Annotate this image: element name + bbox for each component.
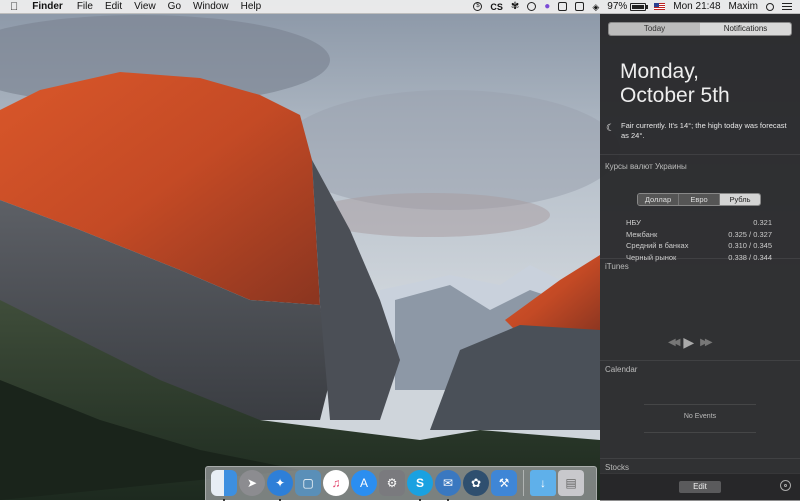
itunes-controls: ◀◀ ▶ ▶▶	[668, 334, 713, 351]
currency-tab-ruble[interactable]: Рубль	[720, 194, 760, 205]
nc-footer: Edit	[600, 473, 800, 501]
app-menu-finder[interactable]: Finder	[26, 0, 71, 14]
nc-tab-control: Today Notifications	[608, 22, 792, 36]
menu-go[interactable]: Go	[162, 0, 187, 14]
xcode-icon[interactable]: ⚒	[491, 470, 517, 496]
today-date: October 5th	[620, 84, 730, 107]
menu-edit[interactable]: Edit	[99, 0, 128, 14]
no-events-label: No Events	[683, 413, 717, 420]
divider	[600, 360, 800, 361]
next-track-icon[interactable]: ▶▶	[700, 337, 713, 348]
finder-icon[interactable]	[211, 470, 237, 501]
preview-icon[interactable]: ▢	[295, 470, 321, 496]
stocks-widget-title: Stocks	[605, 463, 630, 472]
divider	[600, 458, 800, 459]
skype-icon[interactable]: S	[407, 470, 433, 501]
cs-icon[interactable]: CS	[486, 0, 507, 14]
rate-value: 0.325 / 0.327	[728, 229, 772, 239]
list-icon[interactable]	[554, 2, 571, 11]
creative-cloud-icon[interactable]: ●	[540, 0, 554, 14]
battery-level	[632, 4, 644, 9]
safari-icon[interactable]: ✦	[267, 470, 293, 501]
moon-icon: ☾	[606, 123, 615, 134]
tab-today[interactable]: Today	[609, 23, 700, 35]
menu-window[interactable]: Window	[187, 0, 235, 14]
trash-icon[interactable]: ▤	[558, 470, 584, 496]
system-preferences-icon[interactable]: ⚙	[379, 470, 405, 496]
tab-notifications[interactable]: Notifications	[700, 23, 791, 35]
box-icon[interactable]	[571, 2, 588, 11]
search-icon[interactable]	[762, 2, 778, 11]
rate-value: 0.321	[753, 218, 772, 227]
dock: ➤ ✦ ▢ ♫ A ⚙ S ✉ ✿ ⚒ ↓ ▤	[205, 466, 597, 501]
divider	[600, 258, 800, 259]
clock[interactable]: Mon 21:48	[669, 0, 724, 14]
itunes-icon[interactable]: ♫	[323, 470, 349, 496]
currency-tab-dollar[interactable]: Доллар	[638, 194, 679, 205]
sourcetree-icon[interactable]: ✿	[463, 470, 489, 496]
menu-file[interactable]: File	[71, 0, 99, 14]
rate-row: НБУ 0.321	[626, 217, 772, 229]
dock-separator	[523, 470, 524, 496]
calendar-widget-title: Calendar	[605, 365, 638, 374]
pinwheel-icon[interactable]: ✾	[507, 0, 523, 14]
play-icon[interactable]: ▶	[683, 334, 694, 351]
rate-row: Межбанк 0.325 / 0.327	[626, 229, 772, 241]
flag-us-icon[interactable]	[650, 3, 669, 10]
rate-row: Средний в банках 0.310 / 0.345	[626, 240, 772, 252]
gear-icon[interactable]	[780, 480, 791, 491]
downloads-folder-icon[interactable]: ↓	[530, 470, 556, 496]
rate-label: НБУ	[626, 218, 641, 227]
app-store-icon[interactable]: A	[351, 470, 377, 496]
rate-label: Средний в банках	[626, 241, 689, 250]
divider	[600, 154, 800, 155]
edit-button[interactable]: Edit	[679, 481, 721, 493]
calendar-events: No Events	[644, 404, 756, 433]
menu-bar:  Finder File Edit View Go Window Help $…	[0, 0, 800, 14]
currency-widget-title: Курсы валют Украины	[605, 162, 687, 171]
check-icon[interactable]	[523, 2, 540, 11]
status-area: $ CS ✾ ● ◈ 97% Mon 21:48 Maxim	[469, 0, 800, 14]
itunes-widget-title: iTunes	[605, 262, 629, 271]
currency-tab-euro[interactable]: Евро	[679, 194, 720, 205]
rate-value: 0.310 / 0.345	[728, 241, 772, 250]
previous-track-icon[interactable]: ◀◀	[668, 337, 681, 348]
today-day: Monday,	[620, 60, 699, 83]
dollar-icon[interactable]: $	[469, 2, 486, 11]
weather-summary: Fair currently. It's 14°; the high today…	[621, 121, 787, 140]
battery-indicator[interactable]: 97%	[603, 0, 650, 14]
battery-percent: 97%	[607, 0, 628, 12]
launchpad-icon[interactable]: ➤	[239, 470, 265, 496]
notification-center-icon[interactable]	[778, 3, 796, 10]
wifi-icon[interactable]: ◈	[588, 0, 603, 14]
menu-left:  Finder File Edit View Go Window Help	[0, 0, 267, 14]
menu-help[interactable]: Help	[235, 0, 268, 14]
menu-view[interactable]: View	[128, 0, 162, 14]
currency-rates: НБУ 0.321 Межбанк 0.325 / 0.327 Средний …	[626, 217, 772, 263]
user-name[interactable]: Maxim	[725, 0, 762, 14]
battery-icon	[630, 2, 649, 11]
rate-label: Межбанк	[626, 229, 658, 239]
messages-icon[interactable]: ✉	[435, 470, 461, 501]
notification-center-panel: Today Notifications Monday, October 5th …	[600, 14, 800, 501]
apple-icon[interactable]: 	[0, 0, 26, 14]
currency-tab-control: Доллар Евро Рубль	[637, 193, 761, 206]
